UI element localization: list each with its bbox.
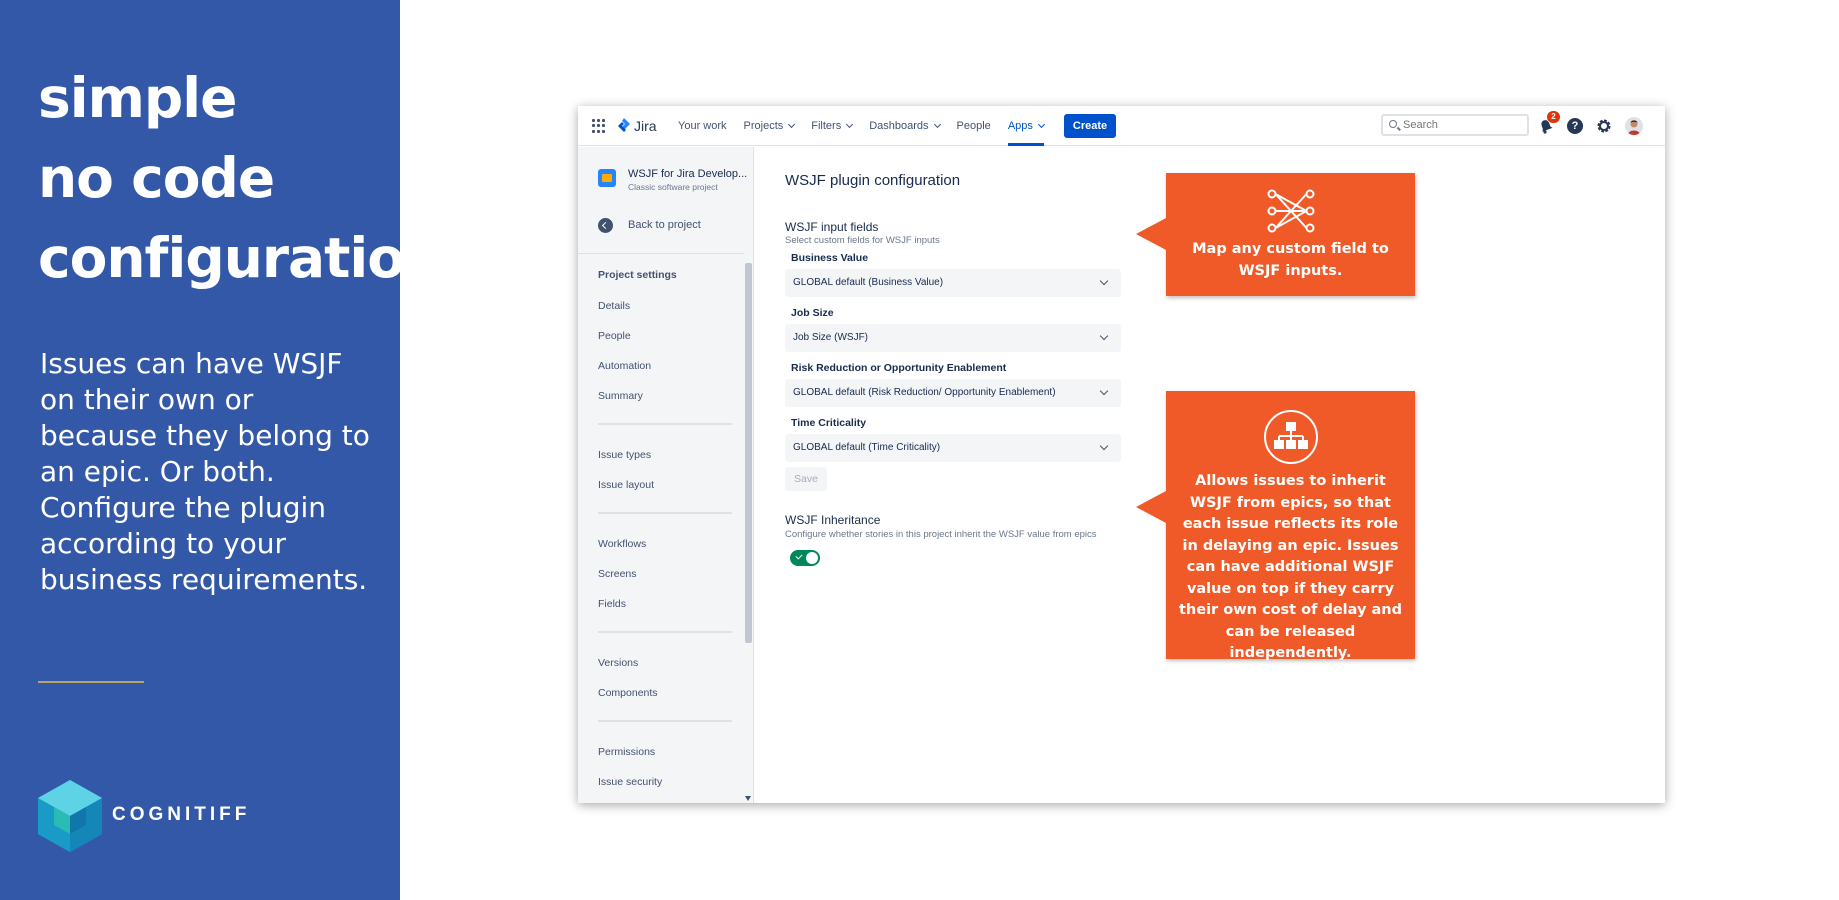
search-icon [1389,120,1397,128]
chevron-down-icon [1099,441,1109,451]
project-sidebar: WSJF for Jira Develop... Classic softwar… [578,147,754,803]
sidebar-item-fields[interactable]: Fields [598,598,626,610]
time-criticality-select[interactable]: GLOBAL default (Time Criticality) [785,434,1121,462]
chevron-down-icon [1099,276,1109,286]
nav-label: Your work [678,120,727,132]
sidebar-item-permissions[interactable]: Permissions [598,746,655,758]
callout-inheritance: Allows issues to inherit WSJF from epics… [1136,391,1415,661]
sidebar-item-summary[interactable]: Summary [598,390,643,402]
sidebar-item-automation[interactable]: Automation [598,360,651,372]
nav-apps[interactable]: Apps [1007,106,1045,146]
callout-field-mapping: Map any custom field to WSJF inputs. [1136,173,1415,296]
select-value: Job Size (WSJF) [793,332,869,343]
settings-gear-icon[interactable] [1596,118,1612,134]
nav-filters[interactable]: Filters [811,106,854,146]
main-nav: Your work Projects Filters Dashboards Pe… [678,106,1117,146]
risk-reduction-label: Risk Reduction or Opportunity Enablement [791,362,1007,374]
sidebar-item-screens[interactable]: Screens [598,568,637,580]
search-box[interactable] [1381,114,1529,136]
hierarchy-icon [1264,410,1318,464]
chevron-down-icon [1099,331,1109,341]
select-value: GLOBAL default (Time Criticality) [793,442,941,453]
sidebar-scrollbar[interactable] [744,253,753,803]
cognitiff-logo-text: COGNITIFF [112,804,251,825]
cognitiff-logo-icon [38,780,102,852]
callout-text: Map any custom field to WSJF inputs. [1192,241,1389,279]
sidebar-item-components[interactable]: Components [598,687,658,699]
select-value: GLOBAL default (Business Value) [793,277,944,288]
headline-line-3: configuration [38,226,443,290]
inheritance-toggle[interactable] [790,550,820,566]
scroll-down-arrow-icon[interactable] [745,796,751,801]
business-value-select[interactable]: GLOBAL default (Business Value) [785,269,1121,297]
page-title: WSJF plugin configuration [785,172,961,189]
slide: simple no code configuration Issues can … [0,0,1839,900]
job-size-select[interactable]: Job Size (WSJF) [785,324,1121,352]
sidebar-item-issue-types[interactable]: Issue types [598,449,651,461]
back-to-project-link[interactable]: Back to project [628,219,701,231]
promo-divider [38,681,144,683]
project-name[interactable]: WSJF for Jira Develop... [628,168,747,180]
sidebar-separator [598,423,732,425]
sidebar-separator [598,631,732,633]
top-navigation-bar: Jira Your work Projects Filters Dashboar… [578,106,1665,146]
job-size-label: Job Size [791,307,834,319]
nav-projects[interactable]: Projects [743,106,796,146]
nav-label: Projects [743,120,784,132]
promo-headline: simple no code configuration [38,58,443,298]
jira-window: Jira Your work Projects Filters Dashboar… [578,106,1665,803]
sidebar-separator [598,720,732,722]
chevron-down-icon [1099,386,1109,396]
notification-count-badge: 2 [1547,111,1560,123]
nav-label: Filters [811,120,842,132]
nav-label: People [956,120,991,132]
chevron-down-icon [788,120,796,129]
chevron-down-icon [933,120,941,129]
input-fields-section-subtitle: Select custom fields for WSJF inputs [785,235,940,246]
back-arrow-icon[interactable] [598,218,613,233]
project-type: Classic software project [628,182,718,192]
project-avatar-icon [598,169,616,187]
sidebar-item-issue-layout[interactable]: Issue layout [598,479,654,491]
select-value: GLOBAL default (Risk Reduction/ Opportun… [793,387,1056,398]
nav-dashboards[interactable]: Dashboards [869,106,941,146]
business-value-label: Business Value [791,252,869,264]
callout-text: Allows issues to inherit WSJF from epics… [1179,473,1402,661]
search-input[interactable] [1403,117,1523,133]
chevron-down-icon [846,120,854,129]
scrollbar-thumb[interactable] [745,263,752,643]
product-name[interactable]: Jira [634,118,657,134]
sidebar-item-issue-security[interactable]: Issue security [598,776,662,788]
risk-reduction-select[interactable]: GLOBAL default (Risk Reduction/ Opportun… [785,379,1121,407]
sidebar-item-people[interactable]: People [598,330,631,342]
headline-line-1: simple [38,66,237,130]
save-button[interactable]: Save [785,467,827,491]
promo-panel: simple no code configuration Issues can … [0,0,443,900]
sidebar-item-versions[interactable]: Versions [598,657,638,669]
help-icon[interactable]: ? [1567,118,1583,134]
sidebar-item-workflows[interactable]: Workflows [598,538,646,550]
sidebar-separator [598,512,732,514]
nav-your-work[interactable]: Your work [678,106,727,146]
user-avatar[interactable] [1625,117,1643,135]
promo-body-text: Issues can have WSJF on their own or bec… [40,347,370,596]
input-fields-section-title: WSJF input fields [785,220,879,234]
inheritance-section-title: WSJF Inheritance [785,513,881,527]
jira-logo-icon[interactable] [616,117,632,135]
inheritance-section-subtitle: Configure whether stories in this projec… [785,529,1097,540]
field-mapping-icon [1267,189,1315,233]
time-criticality-label: Time Criticality [791,417,867,429]
nav-people[interactable]: People [957,106,991,146]
sidebar-item-details[interactable]: Details [598,300,630,312]
headline-line-2: no code [38,146,275,210]
create-button[interactable]: Create [1063,114,1117,138]
app-switcher-icon[interactable] [592,119,606,133]
sidebar-heading-project-settings: Project settings [598,269,677,281]
sidebar-divider [578,253,746,254]
nav-label: Apps [1007,120,1033,132]
nav-label: Dashboards [869,120,929,132]
chevron-down-icon [1037,120,1045,129]
